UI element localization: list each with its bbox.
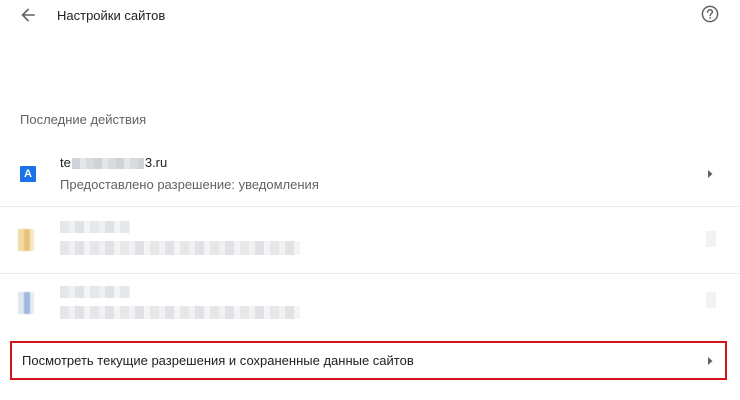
page-header: Настройки сайтов — [0, 0, 740, 32]
recent-site-row-redacted[interactable] — [0, 274, 740, 338]
redacted-site-description — [60, 306, 300, 319]
chevron-right-icon[interactable] — [706, 169, 714, 179]
redacted-site-name — [60, 221, 130, 233]
page-title: Настройки сайтов — [57, 8, 166, 23]
chevron-right-icon — [708, 357, 713, 365]
site-name-prefix: te — [60, 155, 71, 170]
redacted-site-description — [60, 241, 300, 255]
view-permissions-and-data-button[interactable]: Посмотреть текущие разрешения и сохранен… — [10, 341, 727, 380]
redacted-favicon-icon — [14, 229, 38, 251]
redacted-pixelation — [71, 158, 144, 170]
section-title-recent: Последние действия — [20, 112, 147, 127]
help-circle-icon — [701, 5, 719, 23]
redacted-chevron-icon — [706, 292, 716, 308]
help-button[interactable] — [700, 4, 720, 24]
site-name-suffix: 3.ru — [144, 155, 168, 170]
redacted-site-name — [60, 286, 130, 298]
redacted-chevron-icon — [706, 231, 716, 247]
site-permission-description: Предоставлено разрешение: уведомления — [60, 177, 319, 192]
site-name: te 3.ru — [60, 154, 167, 172]
recent-site-row[interactable]: A te 3.ru Предоставлено разрешение: уведо… — [0, 140, 740, 207]
site-favicon-icon: A — [20, 166, 36, 182]
arrow-back-icon — [21, 8, 35, 22]
view-permissions-label: Посмотреть текущие разрешения и сохранен… — [22, 353, 414, 368]
back-button[interactable] — [18, 5, 38, 25]
redacted-favicon-icon — [14, 292, 38, 314]
recent-site-row-redacted[interactable] — [0, 207, 740, 274]
